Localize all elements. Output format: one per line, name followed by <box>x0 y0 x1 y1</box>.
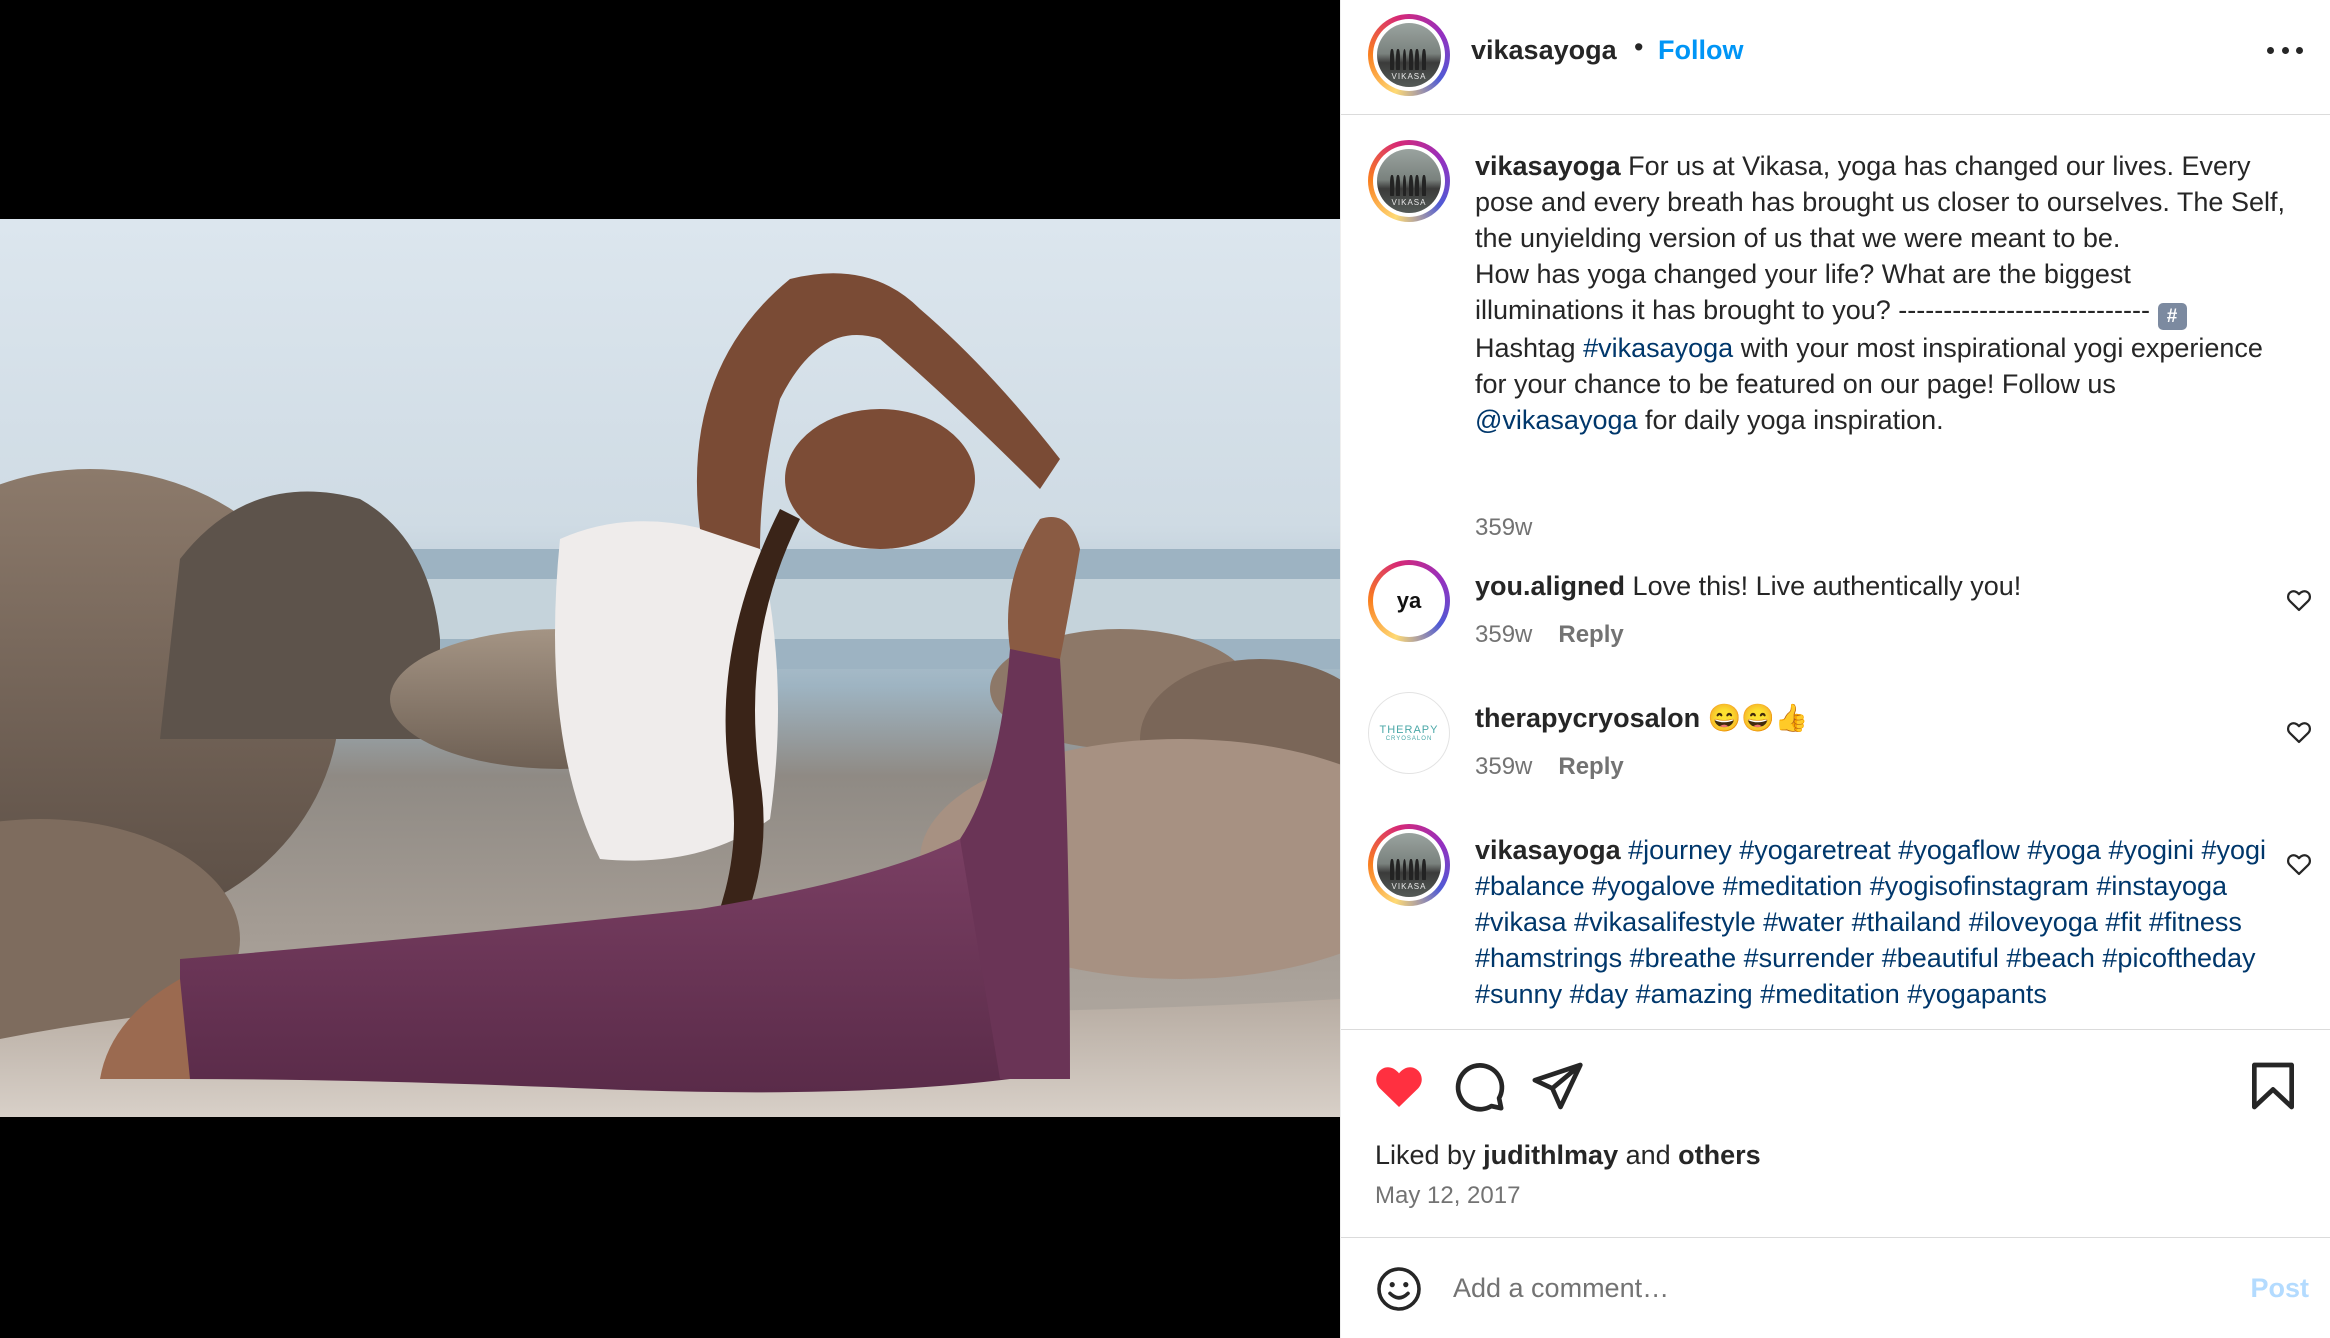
more-options-icon[interactable] <box>2267 38 2303 62</box>
post-side-panel: VIKASA vikasayoga • Follow VIKASA vikasa… <box>1340 0 2330 1338</box>
avatar-label: VIKASA <box>1391 882 1427 892</box>
avatar-label: VIKASA <box>1391 198 1427 208</box>
reply-button[interactable]: Reply <box>1558 621 1623 648</box>
post-photo[interactable] <box>0 219 1340 1117</box>
likes-summary: Liked by judithlmay and others <box>1375 1140 1761 1171</box>
mention-link[interactable]: @vikasayoga <box>1475 405 1638 435</box>
emoji-icon[interactable] <box>1375 1265 1423 1313</box>
caption-age: 359w <box>1475 514 1533 541</box>
comment-age: 359w <box>1475 621 1533 648</box>
bookmark-icon[interactable] <box>2245 1058 2301 1114</box>
comment-text: therapycryosalon 😄😄👍 <box>1475 700 2285 736</box>
avatar-initials: ya <box>1396 588 1422 613</box>
comment-age: 359w <box>1475 753 1533 780</box>
header-separator: • <box>1634 32 1644 62</box>
caption-username[interactable]: vikasayoga <box>1475 151 1621 181</box>
comment-input[interactable] <box>1453 1260 2153 1316</box>
comment-like-heart-icon[interactable] <box>2285 586 2313 614</box>
post-actions: Liked by judithlmay and others May 12, 2… <box>1341 1029 2330 1237</box>
follow-button[interactable]: Follow <box>1658 35 1743 66</box>
avatar-logo-subtext: CRYOSALON <box>1385 736 1433 742</box>
comment-username[interactable]: vikasayoga <box>1475 835 1621 865</box>
caption-text: vikasayoga For us at Vikasa, yoga has ch… <box>1475 148 2285 438</box>
liked-by-others[interactable]: others <box>1678 1140 1761 1170</box>
post-date[interactable]: May 12, 2017 <box>1375 1182 1520 1210</box>
reply-button[interactable]: Reply <box>1558 753 1623 780</box>
likes-mid: and <box>1618 1140 1679 1170</box>
yoga-photo-illustration <box>0 273 1340 1117</box>
author-username[interactable]: vikasayoga <box>1471 35 1617 66</box>
hash-emoji-icon: # <box>2157 303 2187 330</box>
post-comment-button[interactable]: Post <box>2250 1273 2309 1304</box>
heart-icon[interactable] <box>1371 1058 1427 1114</box>
likes-prefix: Liked by <box>1375 1140 1484 1170</box>
comment-body: 😄😄👍 <box>1707 703 1809 733</box>
comment-meta: 359w Reply <box>1475 621 1624 649</box>
comment-composer: Post <box>1341 1237 2330 1338</box>
caption-body: for daily yoga inspiration. <box>1637 405 1944 435</box>
comment-username[interactable]: therapycryosalon <box>1475 703 1700 733</box>
comments-list[interactable]: VIKASA vikasayoga For us at Vikasa, yoga… <box>1341 116 2330 1028</box>
comment-text: vikasayoga #journey #yogaretreat #yogafl… <box>1475 832 2285 1012</box>
liked-by-user[interactable]: judithlmay <box>1483 1140 1618 1170</box>
post-media[interactable] <box>0 0 1340 1338</box>
comment-like-heart-icon[interactable] <box>2285 850 2313 878</box>
share-icon[interactable] <box>1529 1058 1585 1114</box>
commenter-avatar[interactable]: VIKASA <box>1368 824 1450 906</box>
commenter-avatar[interactable]: THERAPY CRYOSALON <box>1368 692 1450 774</box>
comment-like-heart-icon[interactable] <box>2285 718 2313 746</box>
hashtag-link[interactable]: #vikasayoga <box>1583 333 1733 363</box>
avatar-label: VIKASA <box>1391 72 1427 82</box>
author-avatar[interactable]: VIKASA <box>1368 14 1450 96</box>
commenter-avatar[interactable]: ya <box>1368 560 1450 642</box>
comment-icon[interactable] <box>1451 1058 1507 1114</box>
comment-username[interactable]: you.aligned <box>1475 571 1625 601</box>
comment-text: you.aligned Love this! Live authenticall… <box>1475 568 2285 604</box>
avatar-logo-text: THERAPY <box>1379 724 1439 736</box>
comment-body: Love this! Live authentically you! <box>1632 571 2022 601</box>
caption-avatar[interactable]: VIKASA <box>1368 140 1450 222</box>
post-header: VIKASA vikasayoga • Follow <box>1341 0 2330 115</box>
comment-meta: 359w Reply <box>1475 753 1624 781</box>
